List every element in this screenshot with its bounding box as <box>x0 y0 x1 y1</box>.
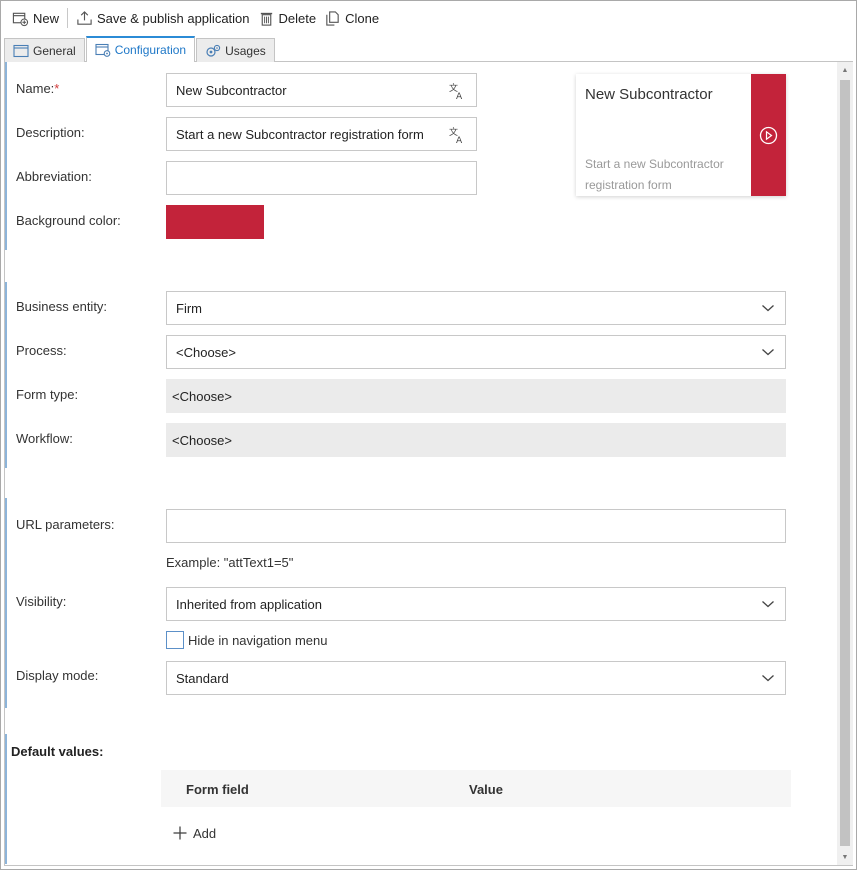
delete-button-label: Delete <box>278 10 317 26</box>
toolbar-separator <box>67 8 69 28</box>
clone-button-label: Clone <box>345 10 380 26</box>
window-icon <box>13 44 29 57</box>
tab-usages-label: Usages <box>225 43 266 58</box>
description-label: Description: <box>16 125 85 140</box>
url-parameters-input[interactable] <box>166 509 786 543</box>
toolbar: New Save & publish application Delete Cl… <box>0 0 857 36</box>
display-mode-value: Standard <box>176 670 229 686</box>
save-publish-label: Save & publish application <box>97 10 250 26</box>
new-button-label: New <box>33 10 60 26</box>
delete-button[interactable]: Delete <box>254 6 321 30</box>
name-input[interactable]: New Subcontractor 文 A <box>166 73 477 107</box>
copy-icon <box>326 10 339 26</box>
chevron-down-icon <box>762 601 774 608</box>
hide-in-navigation-checkbox[interactable] <box>166 631 184 649</box>
description-input[interactable]: Start a new Subcontractor registration f… <box>166 117 477 151</box>
tab-usages[interactable]: Usages <box>196 38 275 62</box>
business-entity-select[interactable]: Firm <box>166 291 786 325</box>
column-header-value: Value <box>469 782 503 797</box>
scroll-up-arrow-icon[interactable]: ▲ <box>837 62 853 78</box>
workflow-select: <Choose> <box>166 423 786 457</box>
description-input-value: Start a new Subcontractor registration f… <box>176 126 424 142</box>
svg-text:A: A <box>456 136 463 144</box>
visibility-label: Visibility: <box>16 594 67 609</box>
process-select[interactable]: <Choose> <box>166 335 786 369</box>
add-default-value-button[interactable]: Add <box>172 825 216 841</box>
business-entity-value: Firm <box>176 300 202 316</box>
scrollbar-thumb[interactable] <box>840 80 850 846</box>
chevron-down-icon <box>762 675 774 682</box>
preview-description: Start a new Subcontractor registration f… <box>585 157 724 192</box>
chevron-down-icon <box>762 349 774 356</box>
name-label: Name:* <box>16 81 60 96</box>
scroll-down-arrow-icon[interactable]: ▼ <box>837 849 853 865</box>
url-parameters-label: URL parameters: <box>16 517 115 532</box>
process-value: <Choose> <box>176 344 236 360</box>
clone-button[interactable]: Clone <box>320 6 383 30</box>
form-type-label: Form type: <box>16 387 79 402</box>
form-type-select: <Choose> <box>166 379 786 413</box>
section-bar-url <box>5 498 7 708</box>
translate-icon[interactable]: 文 A <box>448 126 466 144</box>
background-color-swatch[interactable] <box>166 205 264 239</box>
column-header-form-field: Form field <box>186 782 249 797</box>
vertical-scrollbar[interactable]: ▲ ▼ <box>837 62 853 865</box>
trash-icon <box>260 12 272 26</box>
new-window-icon <box>12 12 29 26</box>
workflow-label: Workflow: <box>16 431 73 446</box>
business-entity-label: Business entity: <box>16 299 108 314</box>
visibility-select[interactable]: Inherited from application <box>166 587 786 621</box>
url-example-hint: Example: "attText1=5" <box>166 555 294 570</box>
svg-text:A: A <box>456 92 463 100</box>
visibility-value: Inherited from application <box>176 596 322 612</box>
workflow-value: <Choose> <box>172 432 232 448</box>
translate-icon[interactable]: 文 A <box>448 82 466 100</box>
background-color-label: Background color: <box>16 213 121 228</box>
plus-icon <box>173 826 187 840</box>
abbreviation-input[interactable] <box>166 161 477 195</box>
form-type-value: <Choose> <box>172 388 232 404</box>
preview-title: New Subcontractor <box>585 86 713 103</box>
display-mode-label: Display mode: <box>16 668 99 683</box>
tab-configuration[interactable]: Configuration <box>85 36 196 62</box>
new-button[interactable]: New <box>8 6 63 30</box>
default-values-title: Default values: <box>11 744 104 759</box>
section-bar-default-values <box>5 734 7 864</box>
add-button-label: Add <box>193 825 217 841</box>
display-mode-select[interactable]: Standard <box>166 661 786 695</box>
save-publish-button[interactable]: Save & publish application <box>72 6 254 30</box>
tab-configuration-label: Configuration <box>114 43 187 57</box>
name-input-value: New Subcontractor <box>176 82 287 98</box>
hide-in-navigation-label[interactable]: Hide in navigation menu <box>188 633 327 648</box>
required-mark: * <box>54 81 60 96</box>
abbreviation-label: Abbreviation: <box>16 169 92 184</box>
upload-icon <box>77 10 92 25</box>
tab-general[interactable]: General <box>4 38 85 62</box>
window-gear-icon <box>95 43 111 57</box>
gears-icon <box>206 44 221 57</box>
tab-bar: General Configuration Usages <box>4 36 276 62</box>
section-bar-process <box>5 282 7 468</box>
play-circle-icon[interactable] <box>759 126 778 145</box>
chevron-down-icon <box>762 305 774 312</box>
preview-tile: New Subcontractor Start a new Subcontrac… <box>576 74 786 196</box>
preview-accent-strip <box>751 74 786 196</box>
section-bar-general <box>5 62 7 250</box>
tab-general-label: General <box>33 43 76 58</box>
process-label: Process: <box>16 343 67 358</box>
